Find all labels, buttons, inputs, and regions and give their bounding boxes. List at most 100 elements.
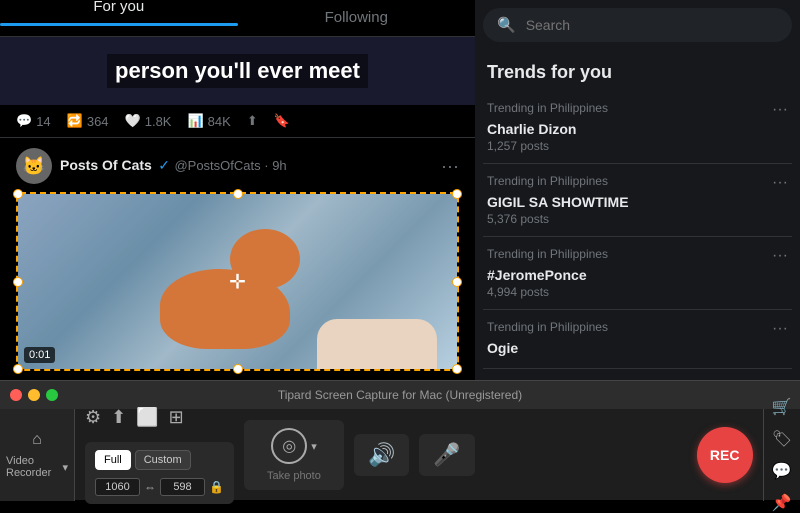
screen-icon[interactable]: ⬜ — [136, 407, 158, 428]
trend-more-0[interactable]: ··· — [772, 101, 788, 119]
tweet-username: Posts Of Cats — [60, 157, 152, 173]
trend-more-2[interactable]: ··· — [772, 247, 788, 265]
tweet-post: 🐱 Posts Of Cats ✓ @PostsOfCats · 9h ··· — [0, 138, 475, 380]
tweet-stats-row: 💬 14 🔁 364 🤍 1.8K 📊 84K ⬆ 🔖 — [0, 105, 475, 138]
video-timestamp: 0:01 — [24, 347, 55, 363]
window-maximize-button[interactable] — [46, 389, 58, 401]
size-divider: ⇔ — [144, 480, 156, 494]
right-panel: 🔍 Trends for you Trending in Philippines… — [475, 0, 800, 380]
tweet-more-button[interactable]: ··· — [441, 156, 459, 177]
width-input[interactable] — [95, 478, 140, 496]
retweet-icon: 🔁 — [67, 113, 83, 129]
preset-buttons: Full Custom — [95, 450, 224, 470]
mic-icon: 🎤 — [433, 442, 460, 468]
video-recorder-nav[interactable]: Video Recorder ▾ — [6, 455, 68, 479]
share-icon: ⬆ — [247, 113, 258, 129]
comment-count: 14 — [36, 114, 50, 129]
size-inputs: ⇔ 🔒 — [95, 478, 224, 496]
verified-badge: ✓ — [158, 157, 170, 173]
search-icon: 🔍 — [497, 16, 516, 34]
camera-label: Take photo — [267, 470, 321, 482]
selection-handle-bm — [233, 364, 243, 374]
trend-item-4[interactable]: Trending in Philippines ··· MAY UNGGOY S… — [483, 369, 792, 380]
trend-location-3: Trending in Philippines — [487, 320, 608, 334]
preset-custom-button[interactable]: Custom — [135, 450, 191, 470]
speaker-section[interactable]: 🔊 — [354, 434, 409, 476]
pin-icon[interactable]: 📌 — [772, 493, 792, 513]
trend-item-1[interactable]: Trending in Philippines ··· GIGIL SA SHO… — [483, 164, 792, 237]
retweet-stat[interactable]: 🔁 364 — [67, 113, 109, 129]
search-box[interactable]: 🔍 — [483, 8, 792, 42]
tweet-image-container: ✛ 0:01 — [16, 192, 459, 371]
speaker-icon: 🔊 — [368, 442, 395, 468]
trend-location-0: Trending in Philippines — [487, 101, 608, 115]
trend-item-3[interactable]: Trending in Philippines ··· Ogie — [483, 310, 792, 369]
move-cursor-icon: ✛ — [229, 269, 246, 294]
retweet-count: 364 — [87, 114, 109, 129]
pip-icon[interactable]: ⊞ — [169, 407, 184, 428]
rec-button[interactable]: REC — [697, 427, 753, 483]
bookmark-icon: 🔖 — [274, 113, 290, 129]
settings-icon[interactable]: ⚙ — [85, 407, 101, 428]
trend-location-2: Trending in Philippines — [487, 247, 608, 261]
share-stat[interactable]: ⬆ — [247, 113, 258, 129]
trend-posts-2: 4,994 posts — [487, 285, 788, 299]
selection-handle-bl — [13, 364, 23, 374]
trend-more-3[interactable]: ··· — [772, 320, 788, 338]
trend-more-1[interactable]: ··· — [772, 174, 788, 192]
views-count: 84K — [208, 114, 231, 129]
trends-title: Trends for you — [483, 54, 792, 91]
like-stat[interactable]: 🤍 1.8K — [125, 113, 172, 129]
trend-posts-0: 1,257 posts — [487, 139, 788, 153]
toolbar-right-icons: 🛒 🏷 💬 📌 — [763, 409, 800, 501]
like-icon: 🤍 — [125, 113, 141, 129]
home-icon[interactable]: ⌂ — [32, 431, 42, 449]
feed-panel: For you Following person you'll ever mee… — [0, 0, 475, 380]
selection-handle-tl — [13, 189, 23, 199]
cart-icon[interactable]: 🛒 — [772, 397, 792, 417]
bookmark-stat[interactable]: 🔖 — [274, 113, 290, 129]
hero-text-area: person you'll ever meet — [0, 37, 475, 105]
feed-tabs: For you Following — [0, 0, 475, 37]
toolbar-nav: ⌂ Video Recorder ▾ — [0, 409, 75, 501]
selection-handle-tm — [233, 189, 243, 199]
selection-handle-mr — [452, 277, 462, 287]
tweet-handle: @PostsOfCats · 9h — [174, 158, 286, 173]
search-input[interactable] — [526, 17, 778, 33]
capture-toolbar: Tipard Screen Capture for Mac (Unregiste… — [0, 380, 800, 500]
upload-icon[interactable]: ⬆ — [111, 407, 126, 428]
toolbar-main: ⌂ Video Recorder ▾ ⚙ ⬆ ⬜ ⊞ Full — [0, 409, 800, 501]
hand-area — [317, 319, 437, 369]
trend-posts-1: 5,376 posts — [487, 212, 788, 226]
mic-section[interactable]: 🎤 — [419, 434, 474, 476]
trend-item-0[interactable]: Trending in Philippines ··· Charlie Dizo… — [483, 91, 792, 164]
toolbar-top-icons: ⚙ ⬆ ⬜ ⊞ — [85, 407, 234, 428]
tweet-header: 🐱 Posts Of Cats ✓ @PostsOfCats · 9h ··· — [16, 148, 459, 184]
window-minimize-button[interactable] — [28, 389, 40, 401]
size-section: Full Custom ⇔ 🔒 — [85, 442, 234, 504]
trend-name-3: Ogie — [487, 340, 788, 356]
views-icon: 📊 — [187, 113, 203, 129]
camera-section[interactable]: ◎ ▾ Take photo — [244, 420, 344, 490]
height-input[interactable] — [160, 478, 205, 496]
toolbar-title-bar: Tipard Screen Capture for Mac (Unregiste… — [0, 381, 800, 409]
camera-chevron-icon: ▾ — [311, 440, 317, 453]
trend-name-1: GIGIL SA SHOWTIME — [487, 194, 788, 210]
trend-name-2: #JeromePonce — [487, 267, 788, 283]
tab-for-you[interactable]: For you — [0, 0, 238, 36]
tab-following[interactable]: Following — [238, 9, 476, 36]
rec-section: REC — [687, 409, 763, 501]
views-stat[interactable]: 📊 84K — [187, 113, 230, 129]
preset-full-button[interactable]: Full — [95, 450, 131, 470]
tag-icon[interactable]: 🏷 — [772, 429, 792, 449]
hero-text: person you'll ever meet — [107, 54, 368, 88]
cat-body — [160, 269, 290, 349]
selection-handle-tr — [452, 189, 462, 199]
comment-stat[interactable]: 💬 14 — [16, 113, 51, 129]
window-close-button[interactable] — [10, 389, 22, 401]
cat-fur — [160, 269, 290, 349]
chat-right-icon[interactable]: 💬 — [772, 461, 792, 481]
video-recorder-label: Video Recorder — [6, 455, 59, 479]
trend-location-1: Trending in Philippines — [487, 174, 608, 188]
trend-item-2[interactable]: Trending in Philippines ··· #JeromePonce… — [483, 237, 792, 310]
